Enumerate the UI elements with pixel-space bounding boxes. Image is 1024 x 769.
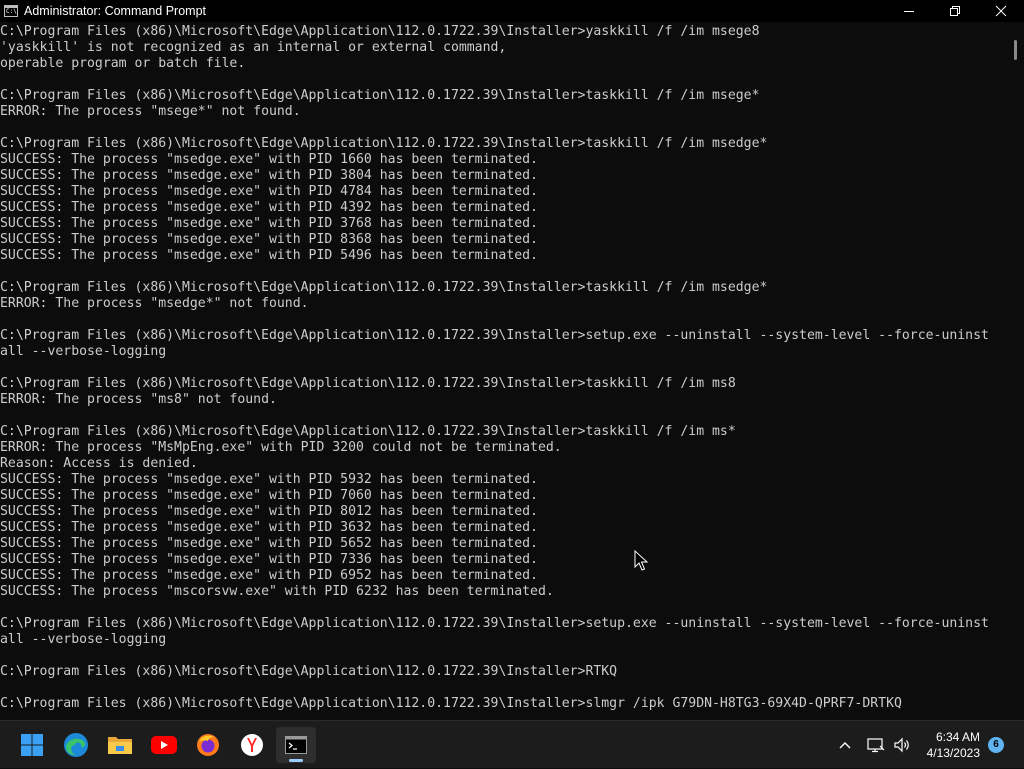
clock-date: 4/13/2023 — [926, 746, 980, 760]
maximize-icon — [950, 6, 960, 16]
chevron-up-icon — [839, 742, 851, 749]
console-text[interactable]: C:\Program Files (x86)\Microsoft\Edge\Ap… — [0, 24, 1008, 712]
title-bar[interactable]: C:\ Administrator: Command Prompt — [0, 0, 1024, 22]
close-button[interactable] — [978, 0, 1024, 22]
taskbar-yandex[interactable] — [232, 727, 272, 763]
show-hidden-icons-button[interactable] — [832, 721, 858, 769]
taskbar-edge[interactable] — [56, 727, 96, 763]
active-app-indicator — [289, 759, 303, 762]
notification-badge[interactable]: 6 — [988, 737, 1004, 753]
youtube-icon — [151, 736, 177, 754]
network-icon — [867, 738, 885, 753]
console-output[interactable]: C:\Program Files (x86)\Microsoft\Edge\Ap… — [0, 24, 1008, 719]
mouse-pointer-icon — [634, 550, 648, 571]
clock-time: 6:34 AM — [935, 730, 980, 744]
scrollbar-thumb[interactable] — [1014, 40, 1017, 60]
firefox-icon — [197, 734, 219, 756]
minimize-button[interactable] — [886, 0, 932, 22]
minimize-icon — [904, 11, 914, 12]
cmd-icon — [285, 736, 307, 754]
taskbar-firefox[interactable] — [188, 727, 228, 763]
taskbar-youtube[interactable] — [144, 727, 184, 763]
taskbar-command-prompt[interactable] — [276, 727, 316, 763]
clock[interactable]: 6:34 AM 4/13/2023 — [910, 729, 980, 761]
vertical-scrollbar[interactable] — [1008, 24, 1024, 719]
start-button[interactable] — [12, 727, 52, 763]
window-controls — [886, 0, 1024, 22]
folder-icon — [108, 737, 132, 754]
windows-logo-icon — [21, 734, 43, 756]
maximize-button[interactable] — [932, 0, 978, 22]
edge-icon — [64, 733, 88, 757]
network-button[interactable] — [864, 721, 888, 769]
volume-icon — [894, 737, 909, 753]
window-title: Administrator: Command Prompt — [24, 4, 207, 18]
cmd-app-icon: C:\ — [4, 5, 18, 17]
taskbar: 6:34 AM 4/13/2023 6 — [0, 720, 1024, 768]
close-icon — [995, 5, 1007, 17]
yandex-browser-icon — [241, 734, 263, 756]
taskbar-file-explorer[interactable] — [100, 727, 140, 763]
